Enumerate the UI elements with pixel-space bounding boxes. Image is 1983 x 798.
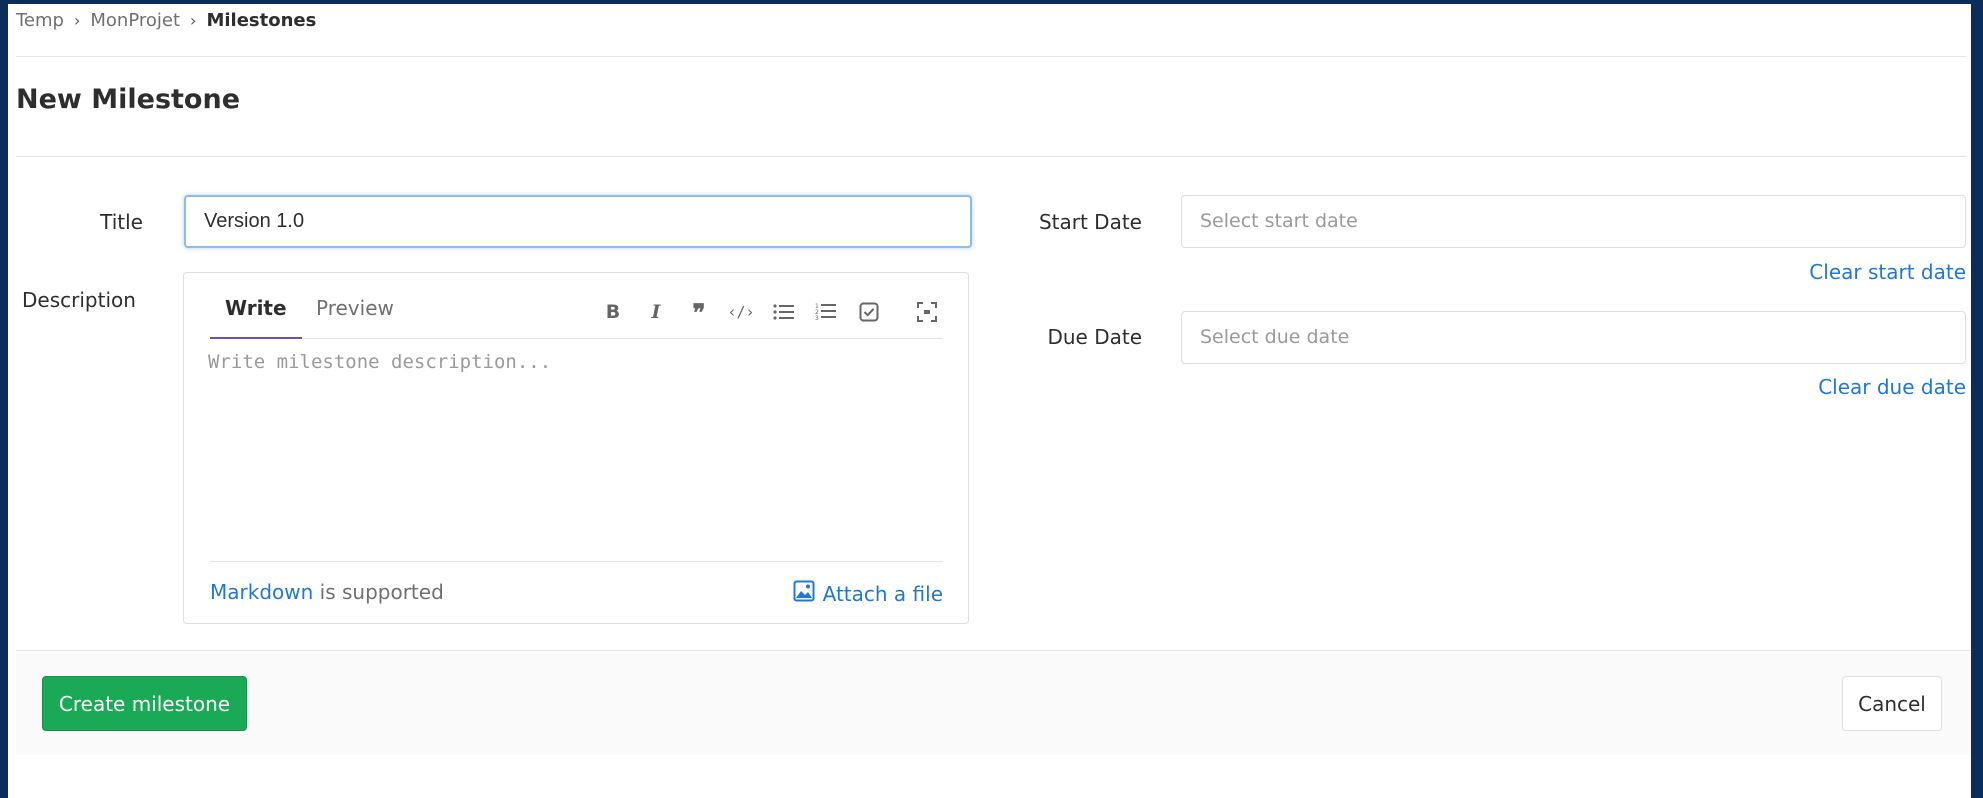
markdown-editor: Write Preview B I ❞ ‹/› 123 Markdown is … [183, 272, 969, 624]
fullscreen-icon[interactable] [912, 297, 942, 327]
markdown-link[interactable]: Markdown [210, 580, 313, 604]
breadcrumb-separator-icon: › [190, 11, 197, 30]
attach-file-label: Attach a file [822, 581, 943, 606]
cancel-button[interactable]: Cancel [1842, 676, 1942, 731]
window-frame-right [1971, 0, 1983, 798]
quote-icon[interactable]: ❞ [684, 297, 714, 327]
markdown-footer: Markdown is supported Attach a file [210, 561, 943, 623]
breadcrumb: Temp › MonProjet › Milestones [16, 10, 316, 31]
window-frame-left [0, 0, 8, 798]
attach-file-button[interactable]: Attach a file [793, 580, 943, 607]
description-label: Description [22, 288, 136, 312]
numbered-list-icon[interactable]: 123 [811, 297, 841, 327]
due-date-input[interactable] [1181, 311, 1966, 364]
bold-icon[interactable]: B [598, 297, 628, 327]
breadcrumb-item-project[interactable]: MonProjet [90, 10, 180, 31]
svg-text:3: 3 [815, 315, 819, 322]
bullet-list-icon[interactable] [769, 297, 799, 327]
due-date-label: Due Date [1047, 325, 1142, 349]
breadcrumb-current: Milestones [206, 10, 317, 31]
title-input[interactable] [184, 195, 972, 248]
divider [16, 56, 1966, 57]
markdown-help: Markdown is supported [210, 580, 444, 604]
start-date-input[interactable] [1181, 195, 1966, 248]
markdown-tabs: Write Preview B I ❞ ‹/› 123 [210, 273, 943, 339]
task-list-icon[interactable] [854, 297, 884, 327]
title-label: Title [100, 210, 143, 234]
clear-start-date-link[interactable]: Clear start date [1808, 260, 1966, 284]
divider [16, 156, 1966, 157]
page-title: New Milestone [16, 84, 241, 115]
markdown-help-text: is supported [313, 580, 444, 604]
breadcrumb-item-temp[interactable]: Temp [16, 10, 64, 31]
code-icon[interactable]: ‹/› [726, 297, 756, 327]
create-milestone-button[interactable]: Create milestone [42, 676, 247, 731]
breadcrumb-separator-icon: › [73, 11, 81, 30]
clear-due-date-link[interactable]: Clear due date [1808, 375, 1966, 399]
tab-preview[interactable]: Preview [301, 291, 409, 339]
start-date-label: Start Date [1038, 210, 1142, 234]
description-textarea[interactable] [208, 351, 943, 551]
italic-icon[interactable]: I [641, 297, 671, 327]
tab-write[interactable]: Write [210, 291, 302, 339]
image-icon [793, 580, 815, 607]
form-actions: Create milestone Cancel [16, 650, 1971, 755]
